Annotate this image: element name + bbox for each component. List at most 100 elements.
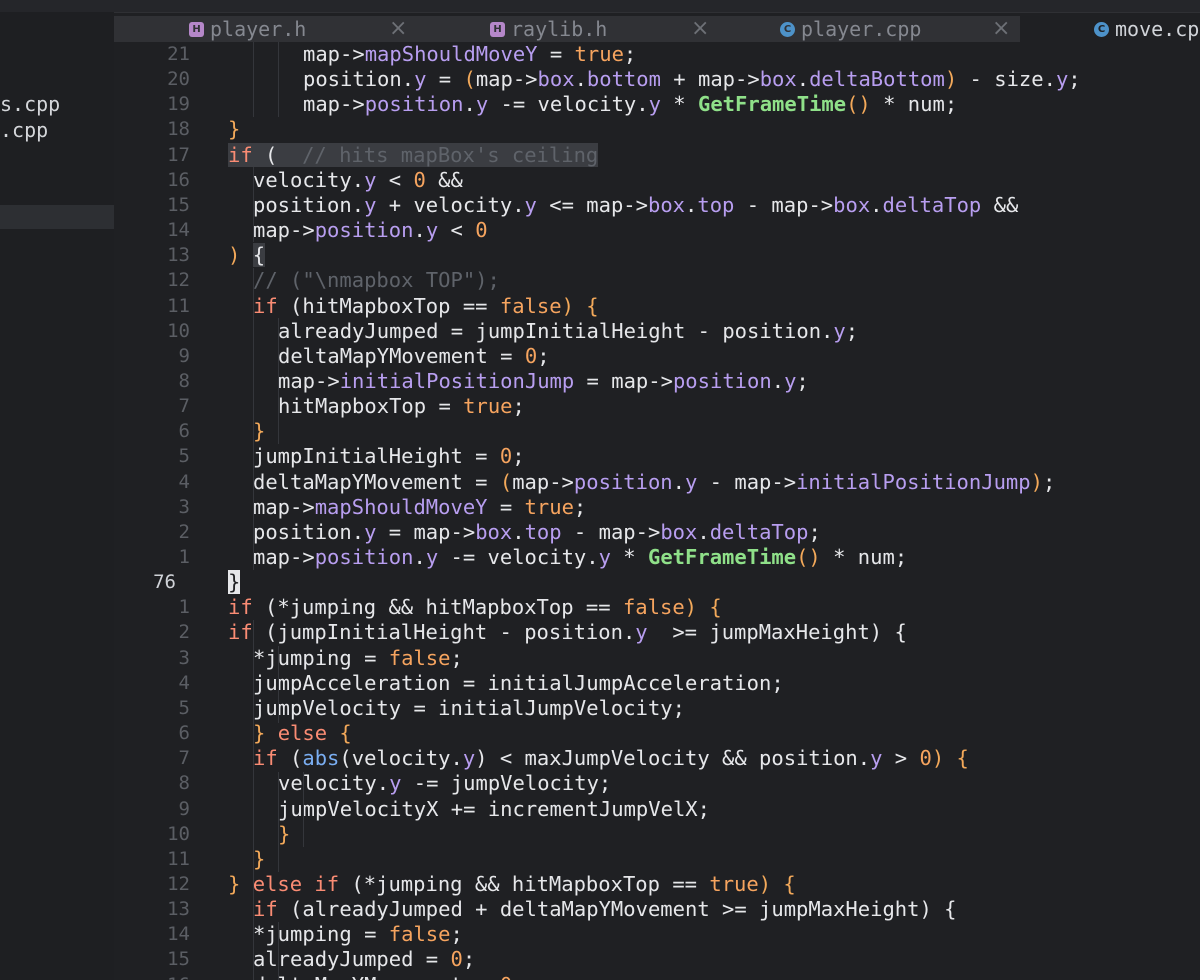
code-token: && [425, 167, 463, 192]
sidebar-selected-row[interactable] [0, 205, 114, 229]
line-number: 6 [178, 722, 190, 745]
code-token: position. [253, 519, 365, 544]
code-token: && [981, 192, 1019, 217]
code-token: else if [252, 871, 340, 896]
code-line[interactable]: map->position.y < 0 [253, 218, 488, 243]
code-line[interactable]: map->mapShouldMoveY = true; [253, 495, 586, 520]
code-line[interactable]: velocity.y -= jumpVelocity; [278, 771, 611, 796]
code-token: if [253, 746, 278, 771]
code-line[interactable]: alreadyJumped = jumpInitialHeight - posi… [278, 319, 858, 344]
line-number: 1 [178, 546, 190, 568]
line-number: 1 [178, 596, 190, 619]
code-line[interactable]: alreadyJumped = 0; [253, 947, 475, 972]
code-token: deltaTop [709, 519, 809, 544]
code-line[interactable]: position.y = (map->box.bottom + map->box… [303, 67, 1081, 92]
tab-player-cpp[interactable]: C player.cpp [780, 16, 921, 42]
code-token: ) [475, 746, 488, 771]
code-line[interactable]: if (jumpInitialHeight - position.y >= ju… [228, 620, 907, 645]
file-sidebar: s.cpp .cpp [0, 12, 114, 980]
code-line[interactable]: } else { [253, 721, 352, 746]
code-token: y [833, 318, 846, 343]
code-token: velocity. [278, 771, 390, 796]
code-line[interactable]: if (hitMapboxTop == false) { [253, 294, 599, 319]
code-line[interactable]: jumpVelocityX += incrementJumpVelX; [278, 797, 710, 822]
code-token: . [574, 67, 587, 92]
code-line[interactable]: deltaMapYMovement = (map->position.y - m… [253, 470, 1055, 495]
sidebar-file-item[interactable]: s.cpp [0, 92, 60, 117]
code-line[interactable]: } else if (*jumping && hitMapboxTop == t… [228, 872, 796, 897]
code-token: position [672, 368, 772, 393]
close-icon[interactable]: × [992, 16, 1010, 42]
code-line[interactable]: jumpInitialHeight = 0; [253, 444, 525, 469]
code-line[interactable]: } [228, 570, 241, 595]
code-token: box [537, 67, 575, 92]
code-line[interactable]: position.y = map->box.top - map->box.del… [253, 520, 821, 545]
code-token: (alreadyJumped + deltaMapYMovement >= ju… [277, 897, 957, 922]
close-icon[interactable]: × [389, 16, 407, 42]
code-line[interactable]: velocity.y < 0 && [253, 168, 463, 193]
code-token: ; [512, 973, 524, 980]
header-file-icon: H [189, 21, 204, 37]
code-token: map-> [512, 469, 574, 494]
code-line[interactable]: } [278, 822, 290, 847]
line-number: 10 [167, 319, 190, 342]
code-token: position. [253, 192, 365, 217]
code-line[interactable]: map->mapShouldMoveY = true; [303, 42, 636, 67]
code-line[interactable]: ) { [228, 243, 266, 268]
code-token: false [388, 922, 451, 947]
code-token: 0 [475, 218, 488, 243]
code-token: map-> [253, 494, 315, 519]
code-token: ) { [758, 871, 796, 896]
code-token: <= map-> [536, 192, 648, 217]
code-line[interactable]: // ("\nmapbox TOP"); [253, 268, 500, 293]
indent-guide [253, 268, 254, 570]
code-token: - map-> [697, 469, 797, 494]
line-number: 17 [167, 143, 190, 166]
code-line[interactable]: position.y + velocity.y <= map->box.top … [253, 193, 1018, 218]
code-token: y [389, 771, 402, 796]
code-token: bottom [586, 67, 661, 92]
code-token: deltaBottom [809, 67, 945, 92]
code-line[interactable]: map->position.y -= velocity.y * GetFrame… [253, 545, 907, 570]
code-token: () [846, 92, 871, 117]
code-line[interactable]: if ( // hits mapBox's ceiling [228, 142, 599, 168]
line-number: 7 [178, 747, 190, 770]
code-token: deltaMapYMovement = [253, 973, 500, 980]
code-line[interactable]: } [253, 847, 265, 872]
code-token: y [685, 469, 698, 494]
code-token: y [784, 368, 797, 393]
code-token: ( [252, 142, 303, 167]
tab-player-h[interactable]: H player.h [189, 16, 306, 42]
code-token: < [376, 167, 414, 192]
line-number: 13 [167, 244, 190, 267]
code-token: alreadyJumped = [253, 947, 451, 972]
code-line[interactable]: map->initialPositionJump = map->position… [278, 369, 809, 394]
code-line[interactable]: if (*jumping && hitMapboxTop == false) { [228, 595, 722, 620]
sidebar-file-item[interactable]: .cpp [0, 118, 48, 143]
tab-raylib-h[interactable]: H raylib.h [490, 16, 607, 42]
code-token: deltaMapYMovement = [253, 469, 500, 494]
close-icon[interactable]: × [691, 16, 709, 42]
code-line[interactable]: deltaMapYMovement = 0; [253, 973, 525, 980]
code-line[interactable]: if (abs(velocity.y) < maxJumpVelocity &&… [253, 746, 969, 771]
code-line[interactable]: jumpAcceleration = initialJumpAccelerati… [253, 671, 784, 696]
code-line[interactable]: *jumping = false; [253, 922, 463, 947]
code-editor[interactable]: 21 map->mapShouldMoveY = true; 20 position.… [114, 42, 1200, 980]
line-number: 76 [153, 571, 176, 594]
code-line[interactable]: } [253, 419, 265, 444]
line-number: 2 [178, 520, 190, 543]
code-token: y [870, 746, 883, 771]
tab-move-cpp[interactable]: C move.cp [1094, 16, 1199, 42]
code-line[interactable]: map->position.y -= velocity.y * GetFrame… [303, 92, 957, 117]
code-line[interactable]: deltaMapYMovement = 0; [278, 344, 550, 369]
line-number: 15 [167, 948, 190, 971]
code-line[interactable]: jumpVelocity = initialJumpVelocity; [253, 696, 685, 721]
code-line[interactable]: hitMapboxTop = true; [278, 394, 525, 419]
code-line[interactable]: } [228, 117, 240, 142]
code-token: box [660, 519, 698, 544]
code-line[interactable]: *jumping = false; [253, 646, 463, 671]
line-number: 9 [178, 344, 190, 367]
code-line[interactable]: if (alreadyJumped + deltaMapYMovement >=… [253, 897, 957, 922]
code-token: ; [450, 645, 463, 670]
code-token: map-> [253, 545, 315, 569]
